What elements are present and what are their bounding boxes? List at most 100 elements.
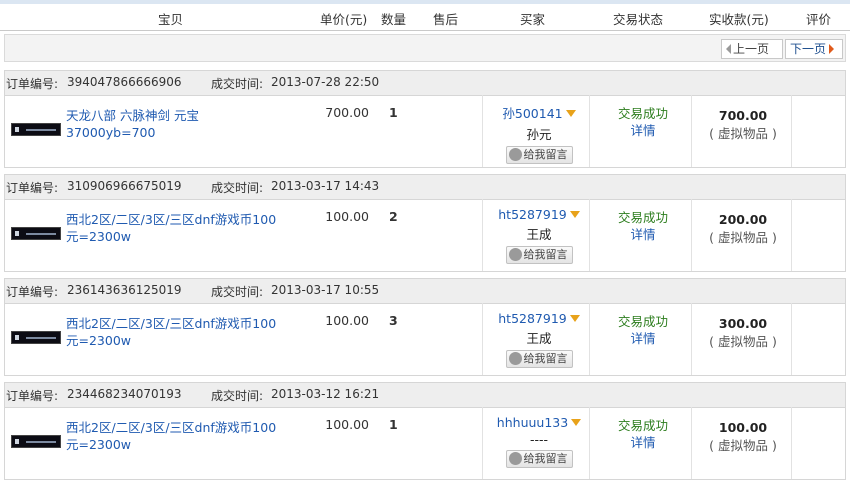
- amount-cell: 100.00 ( 虚拟物品 ): [693, 419, 793, 455]
- order-header: 订单编号: 310906966675019 成交时间: 2013-03-17 14:4…: [5, 175, 845, 200]
- quantity: 2: [389, 209, 398, 224]
- col-after-sale: 售后: [433, 12, 459, 27]
- buyer-id-link[interactable]: 孙500141: [502, 106, 562, 121]
- buyer-id-link[interactable]: ht5287919: [498, 311, 567, 326]
- item-thumbnail[interactable]: [11, 435, 61, 448]
- order-no: 394047866666906: [67, 75, 182, 89]
- order-no: 236143636125019: [67, 283, 182, 297]
- amount-received: 300.00: [718, 316, 768, 331]
- unit-price: 100.00: [325, 209, 369, 224]
- order-no-label: 订单编号:: [6, 77, 59, 91]
- filter-icon[interactable]: [565, 110, 576, 117]
- amount-received: 700.00: [718, 108, 768, 123]
- buyer-id-link[interactable]: hhhuuu133: [497, 415, 568, 430]
- detail-link[interactable]: 详情: [595, 330, 691, 347]
- trade-status: 交易成功: [617, 314, 668, 329]
- order-block: 订单编号: 234468234070193 成交时间: 2013-03-12 16:2…: [4, 382, 846, 480]
- order-header: 订单编号: 234468234070193 成交时间: 2013-03-12 16:2…: [5, 383, 845, 408]
- unit-price: 100.00: [325, 417, 369, 432]
- amount-received: 100.00: [718, 420, 768, 435]
- item-title-link[interactable]: 西北2区/二区/3区/三区dnf游戏币100元=2300w: [66, 211, 288, 245]
- order-block: 订单编号: 394047866666906 成交时间: 2013-07-28 22:5…: [4, 70, 846, 168]
- trade-status: 交易成功: [617, 418, 668, 433]
- deal-time: 2013-07-28 22:50: [271, 75, 380, 89]
- divider: [482, 95, 483, 167]
- item-type: ( 虚拟物品 ): [709, 126, 777, 141]
- buyer-name: 孙元: [526, 127, 552, 142]
- order-no-label: 订单编号:: [6, 285, 59, 299]
- filter-icon[interactable]: [571, 419, 582, 426]
- leave-message-button[interactable]: 给我留言: [505, 146, 573, 164]
- chevron-right-icon: [829, 44, 835, 54]
- divider: [482, 303, 483, 375]
- prev-page-button[interactable]: 上一页: [721, 39, 783, 59]
- detail-link[interactable]: 详情: [595, 226, 691, 243]
- buyer-cell: 孙500141 孙元给我留言: [487, 103, 591, 164]
- item-type: ( 虚拟物品 ): [709, 438, 777, 453]
- col-status: 交易状态: [613, 12, 664, 27]
- quantity: 1: [389, 105, 398, 120]
- order-no-label: 订单编号:: [6, 389, 59, 403]
- col-amount: 实收款(元): [709, 12, 769, 27]
- item-thumbnail[interactable]: [11, 331, 61, 344]
- buyer-name: 王成: [526, 227, 552, 242]
- deal-time: 2013-03-17 10:55: [271, 283, 380, 297]
- filter-icon[interactable]: [569, 211, 580, 218]
- column-header: 宝贝 单价(元) 数量 售后 买家 交易状态 实收款(元) 评价: [0, 4, 850, 31]
- buyer-cell: hhhuuu133 ---- 给我留言: [487, 415, 591, 468]
- deal-time: 2013-03-17 14:43: [271, 179, 380, 193]
- amount-received: 200.00: [718, 212, 768, 227]
- order-block: 订单编号: 310906966675019 成交时间: 2013-03-17 14:4…: [4, 174, 846, 272]
- item-title-link[interactable]: 西北2区/二区/3区/三区dnf游戏币100元=2300w: [66, 315, 288, 349]
- col-quantity: 数量: [381, 12, 407, 27]
- chat-face-icon: [508, 248, 522, 261]
- detail-link[interactable]: 详情: [595, 122, 691, 139]
- chat-face-icon: [508, 452, 522, 465]
- chat-face-icon: [508, 352, 522, 365]
- order-block: 订单编号: 236143636125019 成交时间: 2013-03-17 10:5…: [4, 278, 846, 376]
- leave-message-button[interactable]: 给我留言: [505, 246, 573, 264]
- order-header: 订单编号: 236143636125019 成交时间: 2013-03-17 10:5…: [5, 279, 845, 304]
- leave-message-button[interactable]: 给我留言: [505, 450, 573, 468]
- deal-time: 2013-03-12 16:21: [271, 387, 380, 401]
- unit-price: 700.00: [325, 105, 369, 120]
- quantity: 3: [389, 313, 398, 328]
- divider: [691, 407, 692, 479]
- order-no-label: 订单编号:: [6, 181, 59, 195]
- chevron-left-icon: [726, 44, 731, 54]
- amount-cell: 700.00 ( 虚拟物品 ): [693, 107, 793, 143]
- divider: [482, 407, 483, 479]
- leave-message-button[interactable]: 给我留言: [505, 350, 573, 368]
- item-title-link[interactable]: 天龙八部 六脉神剑 元宝37000yb=700: [66, 107, 288, 141]
- unit-price: 100.00: [325, 313, 369, 328]
- buyer-cell: ht5287919 王成 给我留言: [487, 311, 591, 368]
- filter-icon[interactable]: [569, 315, 580, 322]
- item-thumbnail[interactable]: [11, 227, 61, 240]
- trade-status-cell: 交易成功 详情: [595, 313, 691, 347]
- item-type: ( 虚拟物品 ): [709, 230, 777, 245]
- trade-status-cell: 交易成功 详情: [595, 105, 691, 139]
- amount-cell: 300.00 ( 虚拟物品 ): [693, 315, 793, 351]
- deal-time-label: 成交时间:: [211, 77, 264, 91]
- item-type: ( 虚拟物品 ): [709, 334, 777, 349]
- next-page-label: 下一页: [790, 42, 827, 56]
- detail-link[interactable]: 详情: [595, 434, 691, 451]
- item-thumbnail[interactable]: [11, 123, 61, 136]
- divider: [482, 199, 483, 271]
- amount-cell: 200.00 ( 虚拟物品 ): [693, 211, 793, 247]
- buyer-id-link[interactable]: ht5287919: [498, 207, 567, 222]
- next-page-button[interactable]: 下一页: [785, 39, 843, 59]
- prev-page-label: 上一页: [733, 42, 770, 56]
- deal-time-label: 成交时间:: [211, 285, 264, 299]
- buyer-name: ----: [529, 432, 549, 447]
- divider: [691, 95, 692, 167]
- quantity: 1: [389, 417, 398, 432]
- col-item: 宝贝: [158, 12, 184, 27]
- divider: [691, 199, 692, 271]
- leave-message-label: 给我留言: [523, 352, 568, 365]
- trade-status: 交易成功: [617, 106, 668, 121]
- col-rating: 评价: [806, 12, 832, 27]
- col-buyer: 买家: [520, 12, 546, 27]
- item-title-link[interactable]: 西北2区/二区/3区/三区dnf游戏币100元=2300w: [66, 419, 288, 453]
- buyer-cell: ht5287919 王成给我留言: [487, 207, 591, 264]
